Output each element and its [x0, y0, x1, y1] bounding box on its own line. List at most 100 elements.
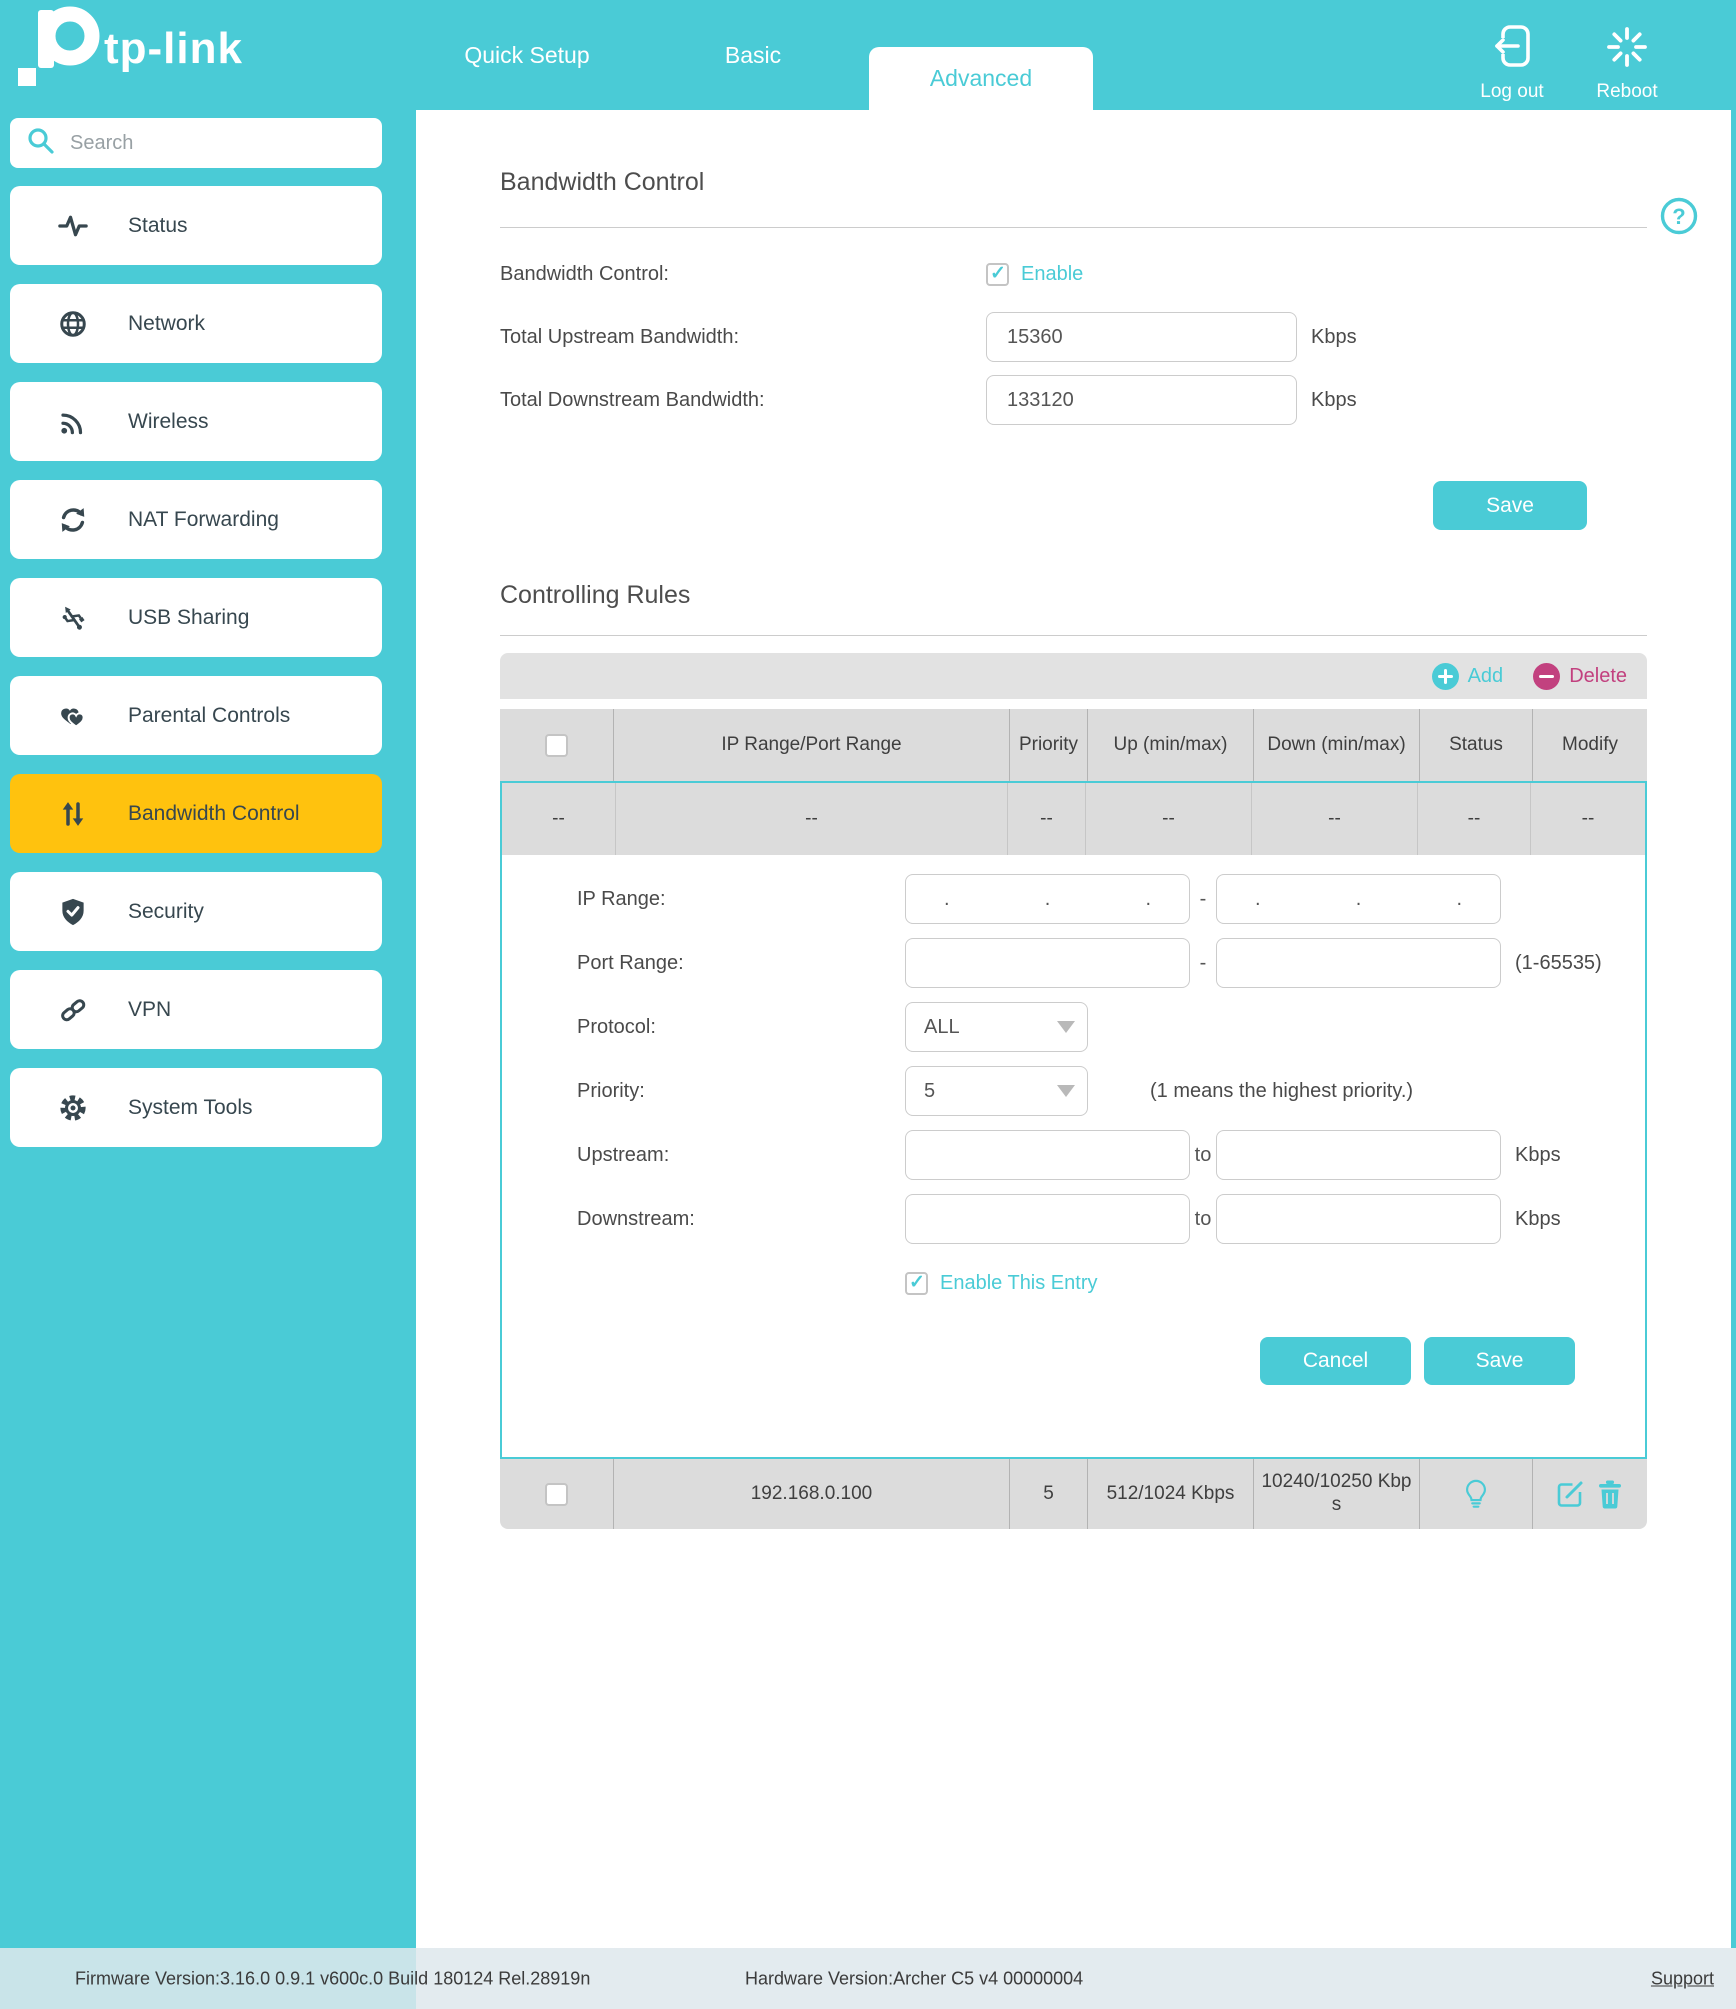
upstream-min-input[interactable] — [905, 1130, 1190, 1180]
edit-icon[interactable] — [1555, 1479, 1585, 1509]
upstream-bandwidth-label: Total Upstream Bandwidth: — [500, 326, 986, 349]
add-rule-button[interactable]: Add — [1432, 663, 1504, 690]
protocol-select[interactable]: ALL — [905, 1002, 1088, 1052]
chain-link-icon — [56, 993, 90, 1027]
new-rule-placeholder-row: -- -- -- -- -- -- -- — [502, 783, 1645, 855]
select-all-checkbox[interactable] — [545, 734, 568, 757]
protocol-label: Protocol: — [577, 1016, 905, 1039]
bandwidth-section-title: Bandwidth Control — [500, 168, 704, 197]
sidebar-item-label: Status — [128, 214, 188, 238]
column-header-ip-range: IP Range/Port Range — [614, 709, 1010, 781]
reboot-icon — [1605, 24, 1649, 76]
sidebar-item-label: Bandwidth Control — [128, 802, 300, 826]
priority-label: Priority: — [577, 1080, 905, 1103]
downstream-max-input[interactable] — [1216, 1194, 1501, 1244]
priority-select[interactable]: 5 — [905, 1066, 1088, 1116]
tab-advanced[interactable]: Advanced — [869, 47, 1093, 110]
ip-dot: . — [1145, 888, 1151, 911]
logout-button[interactable]: Log out — [1457, 24, 1567, 103]
reboot-button[interactable]: Reboot — [1572, 24, 1682, 103]
new-rule-expanded-section: -- -- -- -- -- -- -- IP Range: . . . - — [500, 781, 1647, 1459]
brand-name: tp-link — [104, 24, 243, 74]
lightbulb-status-icon[interactable] — [1461, 1479, 1491, 1509]
upstream-row: Upstream: to Kbps — [577, 1123, 1645, 1187]
trash-icon[interactable] — [1595, 1479, 1625, 1509]
enable-entry-row: Enable This Entry — [577, 1255, 1645, 1311]
downstream-unit: Kbps — [1515, 1208, 1561, 1231]
tab-quick-setup[interactable]: Quick Setup — [427, 0, 627, 110]
priority-hint: (1 means the highest priority.) — [1150, 1080, 1413, 1103]
bandwidth-enable-text: Enable — [1021, 263, 1083, 286]
rule-checkbox[interactable] — [545, 1483, 568, 1506]
sidebar-item-label: Wireless — [128, 410, 209, 434]
sidebar-item-usb-sharing[interactable]: USB Sharing — [10, 578, 382, 657]
sidebar-item-system-tools[interactable]: System Tools — [10, 1068, 382, 1147]
sidebar-item-security[interactable]: Security — [10, 872, 382, 951]
column-header-up: Up (min/max) — [1088, 709, 1254, 781]
sidebar-item-parental-controls[interactable]: Parental Controls — [10, 676, 382, 755]
upstream-bandwidth-input[interactable]: 15360 — [986, 312, 1297, 362]
rule-status-cell — [1420, 1459, 1533, 1529]
edit-form-buttons: Cancel Save — [577, 1337, 1645, 1385]
priority-row: Priority: 5 (1 means the highest priorit… — [577, 1059, 1645, 1123]
sidebar-item-bandwidth-control[interactable]: Bandwidth Control — [10, 774, 382, 853]
sidebar-item-status[interactable]: Status — [10, 186, 382, 265]
ip-range-end-input[interactable]: . . . — [1216, 874, 1501, 924]
sidebar-item-label: VPN — [128, 998, 171, 1022]
sidebar-item-network[interactable]: Network — [10, 284, 382, 363]
ip-range-start-input[interactable]: . . . — [905, 874, 1190, 924]
bandwidth-enable-checkbox[interactable] — [986, 263, 1009, 286]
sidebar-item-vpn[interactable]: VPN — [10, 970, 382, 1049]
search-input[interactable] — [68, 131, 366, 156]
ip-dot: . — [1045, 888, 1051, 911]
bandwidth-save-button[interactable]: Save — [1433, 481, 1587, 530]
brand-logo: tp-link — [12, 4, 243, 105]
cancel-button[interactable]: Cancel — [1260, 1337, 1411, 1385]
placeholder-cell: -- — [1418, 783, 1531, 855]
priority-value: 5 — [924, 1080, 935, 1103]
bandwidth-enable-row: Bandwidth Control: Enable — [500, 252, 1647, 296]
svg-text:?: ? — [1672, 204, 1685, 229]
ip-dot: . — [1255, 888, 1261, 911]
logout-icon — [1490, 24, 1534, 76]
sidebar-item-wireless[interactable]: Wireless — [10, 382, 382, 461]
port-range-start-input[interactable] — [905, 938, 1190, 988]
range-dash: - — [1190, 888, 1216, 911]
port-range-end-input[interactable] — [1216, 938, 1501, 988]
ip-range-row: IP Range: . . . - . . . — [577, 867, 1645, 931]
sidebar-item-label: NAT Forwarding — [128, 508, 279, 532]
hearts-icon — [56, 699, 90, 733]
port-range-row: Port Range: - (1-65535) — [577, 931, 1645, 995]
table-header-row: IP Range/Port Range Priority Up (min/max… — [500, 709, 1647, 781]
rule-save-button[interactable]: Save — [1424, 1337, 1575, 1385]
placeholder-cell: -- — [1531, 783, 1645, 855]
ip-dot: . — [1456, 888, 1462, 911]
downstream-bandwidth-label: Total Downstream Bandwidth: — [500, 389, 986, 412]
sidebar-item-label: USB Sharing — [128, 606, 249, 630]
upstream-max-input[interactable] — [1216, 1130, 1501, 1180]
rule-edit-form: IP Range: . . . - . . . Port Range: — [502, 855, 1645, 1457]
enable-entry-label: Enable This Entry — [940, 1272, 1098, 1295]
enable-entry-checkbox[interactable] — [905, 1272, 928, 1295]
help-icon[interactable]: ? — [1659, 196, 1699, 236]
rule-ip-cell: 192.168.0.100 — [614, 1459, 1010, 1529]
plus-icon — [1432, 663, 1459, 690]
upstream-label: Upstream: — [577, 1144, 905, 1167]
column-header-status: Status — [1420, 709, 1533, 781]
dropdown-arrow-icon — [1057, 1021, 1075, 1033]
sidebar-nav: Status Network Wireless — [10, 186, 382, 1166]
delete-rule-button[interactable]: Delete — [1533, 663, 1627, 690]
section-divider — [500, 635, 1647, 636]
downstream-bandwidth-input[interactable]: 133120 — [986, 375, 1297, 425]
sidebar-item-nat-forwarding[interactable]: NAT Forwarding — [10, 480, 382, 559]
support-link[interactable]: Support — [1651, 1968, 1714, 1989]
activity-icon — [56, 209, 90, 243]
add-label: Add — [1468, 665, 1504, 688]
footer: Firmware Version:3.16.0 0.9.1 v600c.0 Bu… — [0, 1948, 1736, 2009]
scrollbar[interactable] — [1731, 110, 1736, 1948]
tab-basic[interactable]: Basic — [678, 0, 828, 110]
downstream-min-input[interactable] — [905, 1194, 1190, 1244]
sidebar-search[interactable] — [10, 118, 382, 168]
gear-icon — [56, 1091, 90, 1125]
section-divider — [500, 227, 1647, 228]
